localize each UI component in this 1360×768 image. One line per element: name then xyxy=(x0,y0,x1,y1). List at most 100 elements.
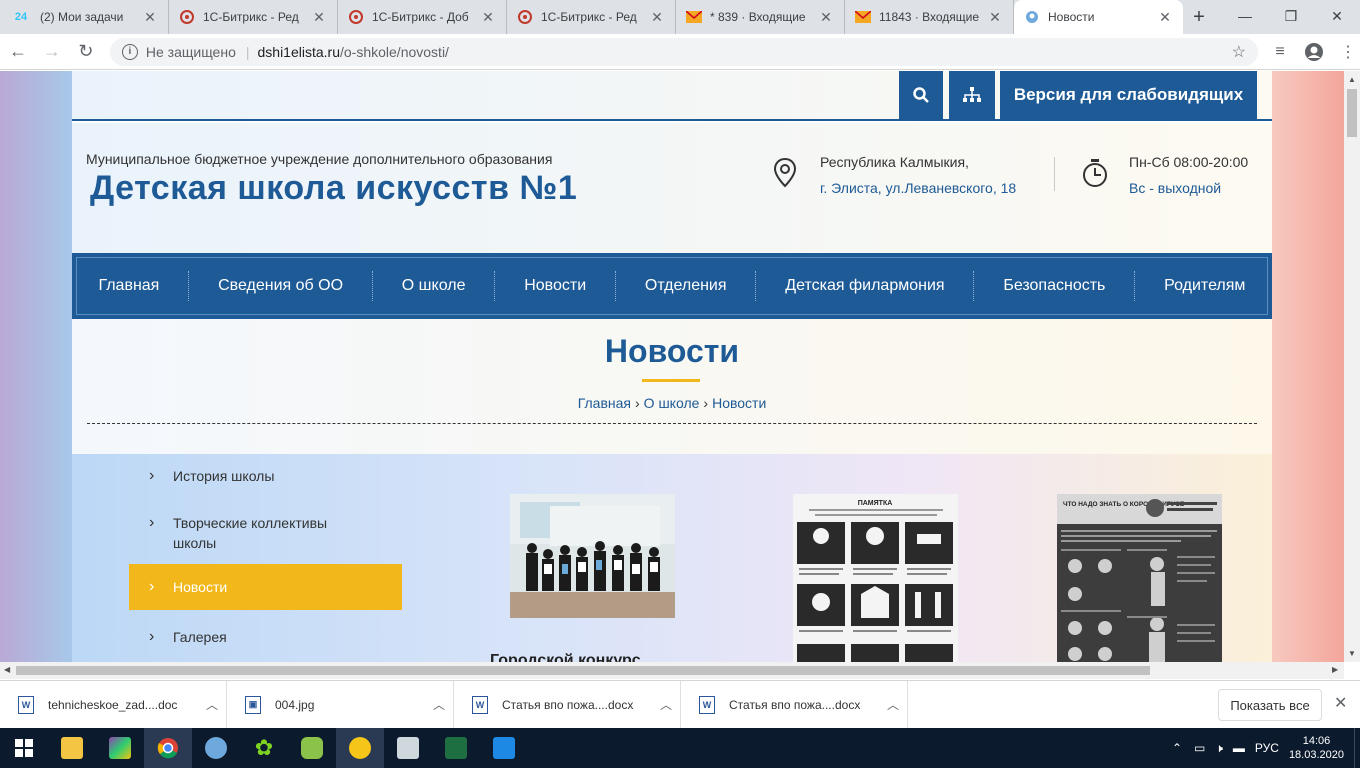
search-button[interactable] xyxy=(899,71,943,119)
back-button[interactable]: ← xyxy=(2,36,34,68)
tab-bitrix-1[interactable]: 1С-Битрикс - Ред ✕ xyxy=(169,0,338,34)
chevron-up-icon[interactable]: ︿ xyxy=(198,696,226,713)
scrollbar-thumb[interactable] xyxy=(16,666,1150,675)
show-desktop-button[interactable] xyxy=(1354,728,1360,768)
chevron-up-icon[interactable]: ︿ xyxy=(425,696,453,713)
network-icon[interactable]: ▭ xyxy=(1194,741,1205,755)
download-item[interactable]: W Статья впо пожа....docx ︿ xyxy=(454,680,681,729)
close-icon[interactable]: ✕ xyxy=(142,9,158,26)
close-icon[interactable]: ✕ xyxy=(987,9,1003,26)
sidebar-item-collectives[interactable]: › Творческие коллективы школы xyxy=(129,513,402,553)
info-icon[interactable]: i xyxy=(121,43,138,60)
address-bar[interactable]: i Не защищено | dshi1elista.ru /o-shkole… xyxy=(109,37,1259,66)
news-card[interactable]: ПАМЯТКА xyxy=(793,494,958,662)
reading-list-icon[interactable]: ≡ xyxy=(1268,40,1292,64)
chevron-up-icon[interactable]: ⌃ xyxy=(1172,741,1182,755)
forward-button[interactable]: → xyxy=(36,36,68,68)
scroll-left-icon[interactable]: ◀ xyxy=(4,665,10,674)
sitemap-button[interactable] xyxy=(949,71,995,119)
scroll-up-icon[interactable]: ▲ xyxy=(1348,75,1356,84)
new-tab-button[interactable]: + xyxy=(1183,0,1215,34)
minimize-button[interactable]: — xyxy=(1222,0,1268,32)
memo-poster-image[interactable]: ПАМЯТКА xyxy=(793,494,958,662)
nav-item-safety[interactable]: Безопасность xyxy=(989,277,1119,295)
vertical-scrollbar[interactable]: ▲ ▼ xyxy=(1344,71,1360,662)
notification-icon[interactable]: ▬ xyxy=(1233,741,1245,755)
page-viewport: Версия для слабовидящих Муниципальное бю… xyxy=(0,71,1344,662)
language-indicator[interactable]: РУС xyxy=(1255,741,1279,755)
taskbar-chrome[interactable] xyxy=(144,728,192,768)
nav-item-about[interactable]: О школе xyxy=(388,277,480,295)
taskbar-winrar[interactable] xyxy=(96,728,144,768)
close-icon[interactable]: ✕ xyxy=(1334,693,1347,713)
close-icon[interactable]: ✕ xyxy=(480,9,496,26)
org-name[interactable]: Детская школа искусств №1 xyxy=(90,169,577,208)
close-icon[interactable]: ✕ xyxy=(818,9,834,26)
taskbar-excel[interactable] xyxy=(432,728,480,768)
taskbar-paint[interactable] xyxy=(192,728,240,768)
tab-mail-1[interactable]: * 839 · Входящие ✕ xyxy=(676,0,845,34)
scroll-right-icon[interactable]: ▶ xyxy=(1332,665,1338,674)
taskbar-settings[interactable] xyxy=(480,728,528,768)
volume-icon[interactable]: 🕨 xyxy=(1215,741,1223,756)
sidebar-item-news[interactable]: › Новости xyxy=(129,564,402,610)
close-icon[interactable]: ✕ xyxy=(1157,9,1173,26)
nav-item-info[interactable]: Сведения об ОО xyxy=(204,277,357,295)
globe-icon xyxy=(1024,9,1040,25)
maximize-button[interactable]: ❐ xyxy=(1268,0,1314,32)
profile-avatar-icon[interactable] xyxy=(1302,40,1326,64)
taskbar-1c[interactable] xyxy=(336,728,384,768)
sidebar-item-history[interactable]: › История школы xyxy=(129,466,402,486)
chrome-icon xyxy=(157,738,178,759)
horizontal-scrollbar[interactable]: ◀ ▶ xyxy=(0,662,1344,679)
taskbar-explorer[interactable] xyxy=(48,728,96,768)
scrollbar-thumb[interactable] xyxy=(1347,89,1357,137)
site-header: Муниципальное бюджетное учреждение допол… xyxy=(72,123,1272,253)
taskbar-printer[interactable] xyxy=(384,728,432,768)
coronavirus-poster-image[interactable]: ЧТО НАДО ЗНАТЬ О КОРОНАВИРУСЕ xyxy=(1057,494,1222,662)
tab-news[interactable]: Новости ✕ xyxy=(1014,0,1183,34)
chevron-up-icon[interactable]: ︿ xyxy=(879,696,907,713)
chevron-up-icon[interactable]: ︿ xyxy=(652,696,680,713)
download-item[interactable]: W tehnicheskoe_zad....doc ︿ xyxy=(0,680,227,729)
search-icon xyxy=(913,87,929,103)
sidebar-item-gallery[interactable]: › Галерея xyxy=(129,627,402,647)
menu-kebab-icon[interactable]: ⋮ xyxy=(1336,40,1360,64)
accessibility-version-button[interactable]: Версия для слабовидящих xyxy=(1000,71,1257,119)
flower-icon: ✿ xyxy=(254,735,274,760)
breadcrumb-about[interactable]: О школе xyxy=(644,395,700,411)
news-card-title[interactable]: Городской конкурс xyxy=(490,652,675,662)
taskbar-icq[interactable]: ✿ xyxy=(240,728,288,768)
tab-mail-2[interactable]: 11843 · Входящие ✕ xyxy=(845,0,1014,34)
nav-item-home[interactable]: Главная xyxy=(84,277,173,295)
nav-item-news[interactable]: Новости xyxy=(510,277,600,295)
bookmark-star-icon[interactable]: ☆ xyxy=(1232,42,1246,62)
news-card[interactable]: Городской конкурс xyxy=(490,494,675,662)
tab-bitrix-3[interactable]: 1С-Битрикс - Ред ✕ xyxy=(507,0,676,34)
tab-bitrix-2[interactable]: 1С-Битрикс - Доб ✕ xyxy=(338,0,507,34)
clock[interactable]: 14:06 18.03.2020 xyxy=(1289,734,1344,762)
nav-item-philharmonic[interactable]: Детская филармония xyxy=(771,277,958,295)
content-area: › История школы › Творческие коллективы … xyxy=(72,454,1272,662)
nav-item-departments[interactable]: Отделения xyxy=(631,277,741,295)
breadcrumb-current: Новости xyxy=(712,395,767,411)
taskbar-app[interactable] xyxy=(288,728,336,768)
show-all-downloads-button[interactable]: Показать все xyxy=(1218,689,1322,721)
news-photo-image[interactable] xyxy=(510,494,675,618)
close-window-button[interactable]: ✕ xyxy=(1314,0,1360,32)
download-item[interactable]: W Статья впо пожа....docx ︿ xyxy=(681,680,908,729)
reload-button[interactable]: ↻ xyxy=(70,36,102,68)
close-icon[interactable]: ✕ xyxy=(311,9,327,26)
chevron-right-icon: › xyxy=(149,628,155,645)
breadcrumb-home[interactable]: Главная xyxy=(578,395,631,411)
close-icon[interactable]: ✕ xyxy=(649,9,665,26)
download-item[interactable]: ▣ 004.jpg ︿ xyxy=(227,680,454,729)
window-controls: — ❐ ✕ xyxy=(1222,0,1360,32)
nav-item-parents[interactable]: Родителям xyxy=(1150,277,1259,295)
tab-title: 1С-Битрикс - Ред xyxy=(203,10,299,24)
news-card[interactable]: ЧТО НАДО ЗНАТЬ О КОРОНАВИРУСЕ xyxy=(1057,494,1222,662)
tab-tasks[interactable]: 24 (2) Мои задачи ✕ xyxy=(0,0,169,34)
start-button[interactable] xyxy=(0,728,48,768)
divider xyxy=(371,271,373,301)
scroll-down-icon[interactable]: ▼ xyxy=(1348,649,1356,658)
